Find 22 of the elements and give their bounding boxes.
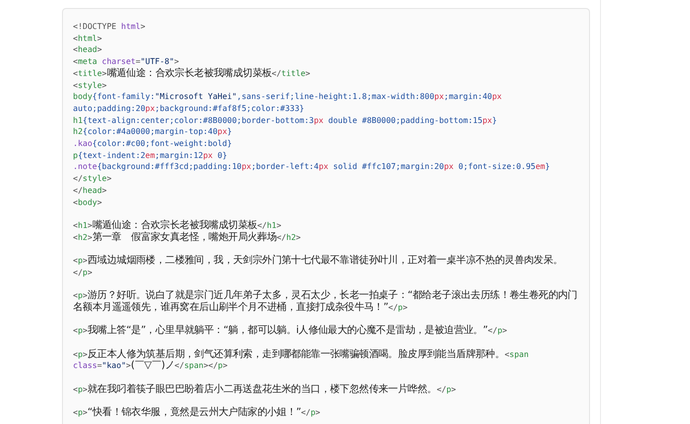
code-line: <meta charset="UTF-8"> [73, 56, 180, 68]
code-line: <p>我嘴上答“是”，心里早就躺平：“躺，都可以躺。i人修仙最大的心魔不是雷劫，是被迫营业。”</p> [73, 325, 508, 337]
code-line: .note{background:#fff3cd;padding:10px;border-left:4px solid #ffc107;margin:20px 0;font-size:0.95em} [73, 161, 551, 174]
code-line: <p>就在我叼着筷子眼巴巴盼着店小二再送盘花生米的当口，楼下忽然传来一片哗然。</p> [73, 384, 457, 396]
code-line: <head> [73, 44, 103, 56]
code-line: <style> [73, 80, 108, 92]
code-line: <h2>第一章 假富家女真老怪，嘴炮开局火葬场</h2> [73, 232, 302, 244]
code-line: <p>西域边城烟雨楼，二楼雅间，我，天剑宗外门第十七代最不靠谱徒孙叶川，正对着一桌半凉不热的灵兽肉发呆。 </p> [73, 255, 564, 278]
code-line: <!DOCTYPE html> [73, 21, 146, 33]
code-line: h1{text-align:center;color:#8B0000;border-bottom:3px double #8B0000;padding-bottom:15px} [73, 114, 498, 126]
code-line: <title>嘴遁仙途：合欢宗长老被我嘴成切菜板</title> [73, 68, 312, 80]
code-line: </head> [73, 184, 108, 197]
code-line: <h1>嘴遁仙途：合欢宗长老被我嘴成切菜板</h1> [73, 220, 282, 232]
code-line: <p>“快看！锦衣华服，竟然是云州大户陆家的小姐！”</p> [73, 407, 322, 419]
code-line: h2{color:#4a0000;margin-top:40px} [73, 126, 233, 138]
code-line: p{text-indent:2em;margin:12px 0} [73, 150, 228, 162]
code-line: <p>反正本人修为筑基后期，剑气还算利索，走到哪都能靠一张嘴骗顿酒喝。脸皮厚到能当盾牌那种。<span class="kao">(￣▽￣)ノ</span></p> [73, 348, 530, 372]
code-line: <p>游历？好听。说白了就是宗门近几年弟子太多，灵石太少，长老一拍桌子：“都给老子滚出去历练！卷生卷死的内门名额本月遥遥领先，谁再窝在后山刷半个月不进桶，直接打成杂役牛马！”</p> [73, 290, 578, 314]
code-line: .kao{color:#c00;font-weight:bold} [73, 138, 233, 150]
code-line: </style> [73, 173, 113, 185]
code-line: <body> [73, 196, 103, 208]
code-line: <html> [73, 32, 103, 44]
